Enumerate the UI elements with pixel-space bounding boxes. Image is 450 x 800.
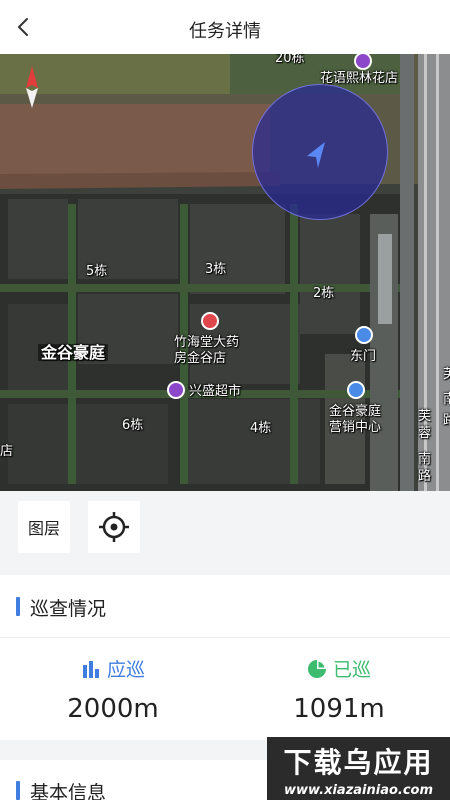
location-arrow-icon (307, 142, 325, 168)
locate-button[interactable] (88, 501, 140, 553)
map-label-road-right-3: 路 (443, 413, 450, 428)
done-label: 已巡 (332, 659, 371, 681)
pie-chart-icon (307, 659, 326, 678)
map-label-road-right-1: 芙 (443, 367, 450, 382)
map-toolbar: 图层 (0, 491, 450, 575)
current-location-marker (252, 84, 388, 220)
page-title: 任务详情 (189, 21, 261, 42)
pharmacy-pin-icon[interactable] (201, 312, 219, 330)
map-label-building-6: 6栋 (122, 418, 144, 433)
gate-pin-icon[interactable] (355, 326, 373, 344)
map-label-edge: 店 (0, 444, 14, 459)
planned-value: 2000m (67, 694, 159, 724)
map-label-sales-line2: 营销中心 (329, 420, 382, 435)
map-label-road-right-2: 南 (443, 392, 450, 407)
watermark-logo: 下载乌应用 www.xiazainiao.com (267, 737, 450, 800)
map-label-building-4: 4栋 (250, 421, 272, 436)
planned-stat: 应巡 2000m (13, 655, 213, 724)
done-value: 1091m (293, 694, 385, 724)
basic-section-title: 基本信息 (30, 782, 107, 800)
map-label-pharmacy-line1: 竹海堂大药 (174, 335, 240, 350)
nav-bar: 任务详情 (0, 0, 450, 54)
map-label-road-2: 蓉 (418, 426, 432, 441)
divider (0, 637, 450, 638)
map-label-east-gate: 东门 (350, 349, 377, 364)
map-label-building-2: 2栋 (313, 286, 335, 301)
map-label-sales-line1: 金谷豪庭 (329, 404, 382, 419)
planned-label: 应巡 (106, 659, 145, 681)
map-label-community: 金谷豪庭 (38, 344, 109, 361)
map-label-building-3: 3栋 (205, 262, 227, 277)
map-label-building-20: 20栋 (275, 54, 305, 66)
section-accent-bar (16, 781, 20, 800)
map-label-building-5: 5栋 (86, 264, 108, 279)
patrol-section: 巡查情况 应巡 2000m 已巡 1091m (0, 575, 450, 740)
layers-button[interactable]: 图层 (18, 501, 70, 553)
supermarket-pin-icon[interactable] (167, 381, 185, 399)
bar-chart-icon (82, 660, 99, 678)
section-accent-bar (16, 597, 20, 616)
map-label-road-4: 路 (418, 469, 432, 484)
map-label-road-1: 芙 (418, 409, 432, 424)
map-view[interactable]: 20栋 花语熙林花店 5栋 3栋 2栋 竹海堂大药 房金谷店 东门 金谷豪庭 兴… (0, 54, 450, 491)
crosshair-icon (99, 512, 129, 542)
map-label-road-3: 南 (418, 452, 432, 467)
map-label-supermarket: 兴盛超市 (189, 384, 242, 399)
patrol-section-title: 巡查情况 (30, 598, 107, 620)
sales-center-pin-icon[interactable] (347, 381, 365, 399)
compass-icon[interactable] (22, 64, 42, 110)
done-stat: 已巡 1091m (239, 655, 439, 724)
map-label-flower-shop: 花语熙林花店 (320, 71, 399, 86)
map-label-pharmacy-line2: 房金谷店 (174, 351, 227, 366)
